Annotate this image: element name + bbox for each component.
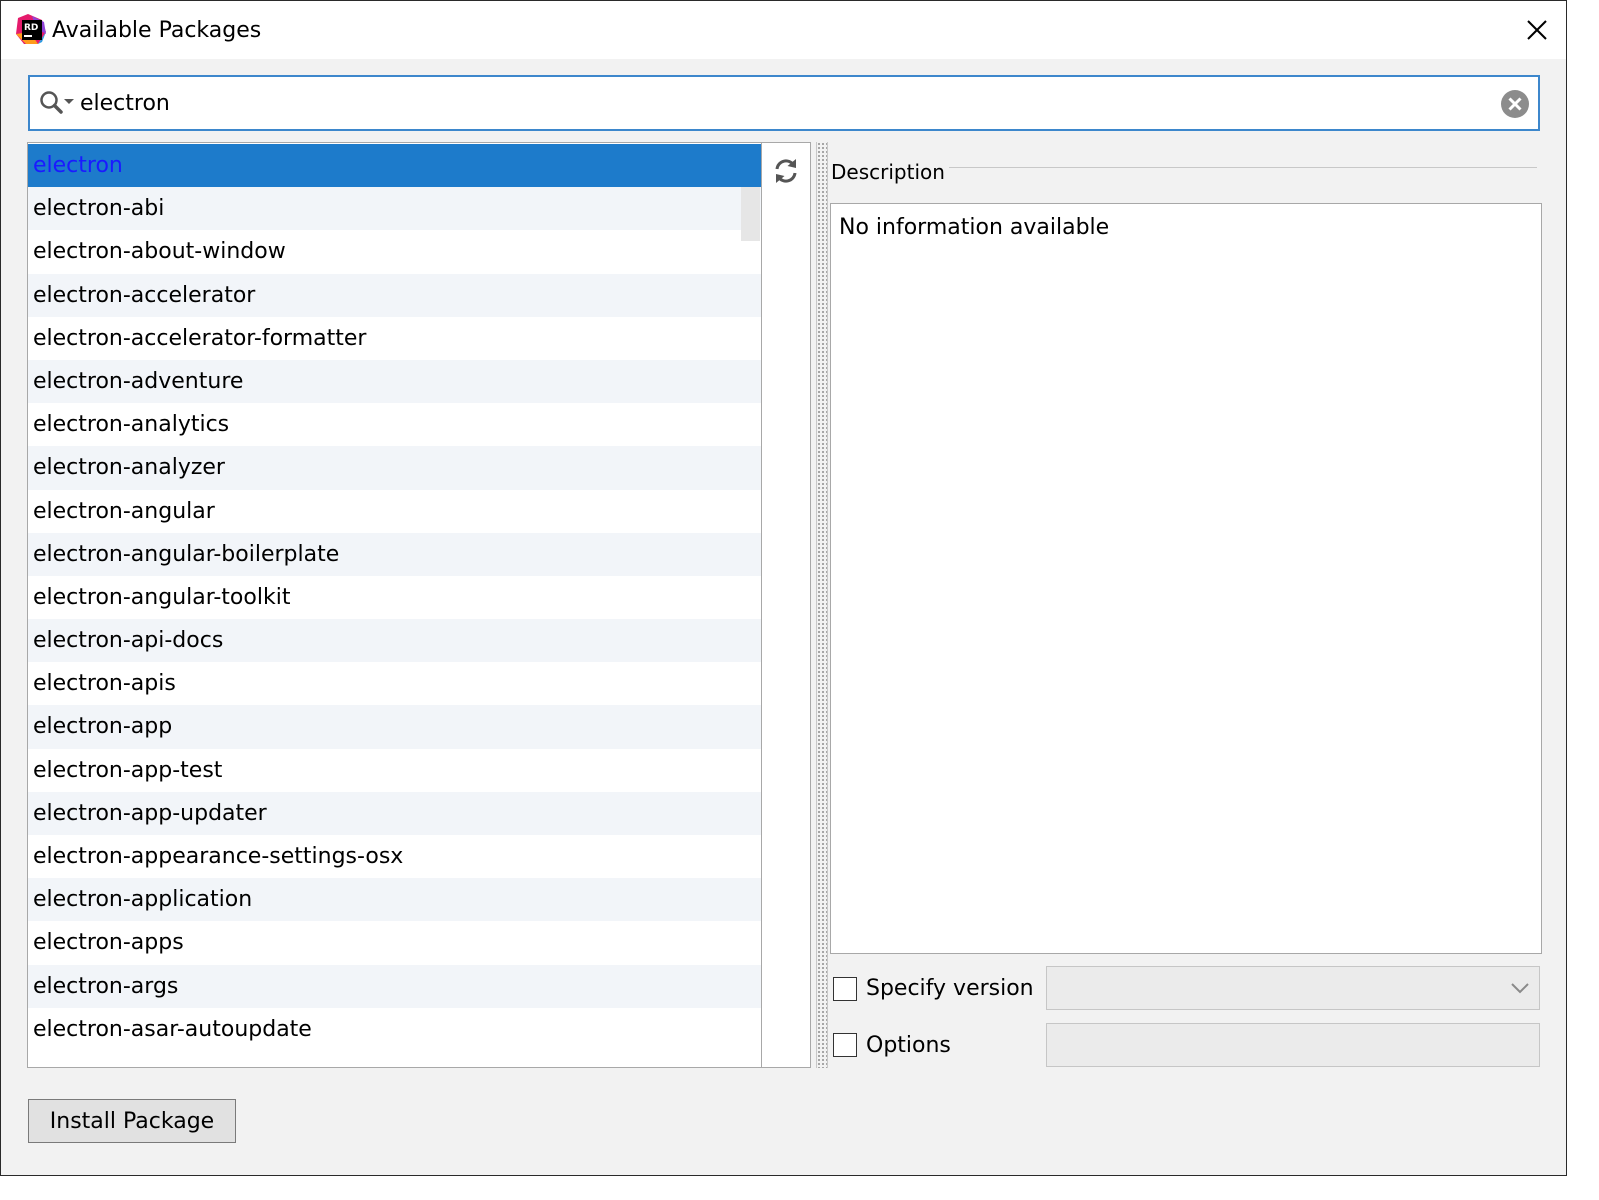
package-list-item[interactable]: electron-args — [28, 964, 761, 1008]
package-list-item[interactable]: electron-app-updater — [28, 791, 761, 835]
package-list-item[interactable]: electron-application — [28, 878, 761, 922]
package-list-item[interactable]: electron-app-test — [28, 748, 761, 792]
package-list-item[interactable]: electron-analyzer — [28, 446, 761, 490]
package-search-box[interactable] — [28, 75, 1540, 131]
description-box: No information available — [830, 203, 1542, 954]
install-package-button[interactable]: Install Package — [28, 1099, 236, 1143]
package-list-panel: electron electron-abi electron-about-windo… — [27, 142, 811, 1068]
description-label: Description — [831, 160, 945, 184]
package-list-item[interactable]: electron-angular — [28, 489, 761, 533]
options-checkbox[interactable] — [833, 1033, 857, 1057]
logo-text: RD — [24, 23, 38, 33]
package-list-item[interactable]: electron-api-docs — [28, 619, 761, 663]
close-button[interactable] — [1520, 13, 1554, 47]
options-field[interactable] — [1046, 1023, 1540, 1067]
close-icon — [1527, 20, 1547, 40]
title-bar: RD Available Packages — [1, 1, 1566, 59]
version-select[interactable] — [1046, 966, 1540, 1010]
available-packages-dialog: RD Available Packages electronelectron-a… — [0, 0, 1567, 1176]
list-scrollbar-thumb[interactable] — [741, 187, 760, 241]
package-list-item[interactable]: electron-apps — [28, 921, 761, 965]
description-text: No information available — [839, 215, 1110, 240]
package-list-item[interactable]: electron-app — [28, 705, 761, 749]
package-list-item[interactable]: electron-appearance-settings-osx — [28, 835, 761, 879]
refresh-icon — [775, 159, 797, 183]
clear-search-icon[interactable] — [1500, 89, 1530, 119]
package-list-item[interactable]: electron — [28, 144, 761, 188]
list-toolbar-divider — [761, 143, 762, 1067]
package-list-item[interactable]: electron-abi — [28, 187, 761, 231]
specify-version-checkbox[interactable] — [833, 977, 857, 1001]
chevron-down-icon — [1511, 983, 1529, 994]
package-list-item[interactable]: electron-apis — [28, 662, 761, 706]
panel-splitter[interactable] — [816, 142, 828, 1068]
package-list-item[interactable]: electron-adventure — [28, 359, 761, 404]
specify-version-label[interactable]: Specify version — [866, 974, 1034, 1004]
refresh-button[interactable] — [770, 155, 802, 187]
package-list-item[interactable]: electron-angular-toolkit — [28, 575, 761, 620]
package-list-item[interactable]: electron-analytics — [28, 403, 761, 447]
package-list-item[interactable]: electron-about-window — [28, 230, 761, 274]
package-list-item[interactable]: electron-angular-boilerplate — [28, 532, 761, 576]
window-title: Available Packages — [52, 18, 262, 43]
options-label[interactable]: Options — [866, 1031, 951, 1061]
package-list-item[interactable]: electron-accelerator-formatter — [28, 316, 761, 360]
description-separator — [949, 167, 1537, 168]
search-dropdown-icon[interactable] — [38, 89, 76, 117]
package-list[interactable]: electron electron-abi electron-about-windo… — [28, 144, 761, 1051]
rider-logo-icon: RD — [16, 14, 46, 44]
package-list-item[interactable]: electron-asar-autoupdate — [28, 1007, 761, 1051]
search-input[interactable] — [80, 83, 1480, 123]
package-list-item[interactable]: electron-accelerator — [28, 273, 761, 317]
